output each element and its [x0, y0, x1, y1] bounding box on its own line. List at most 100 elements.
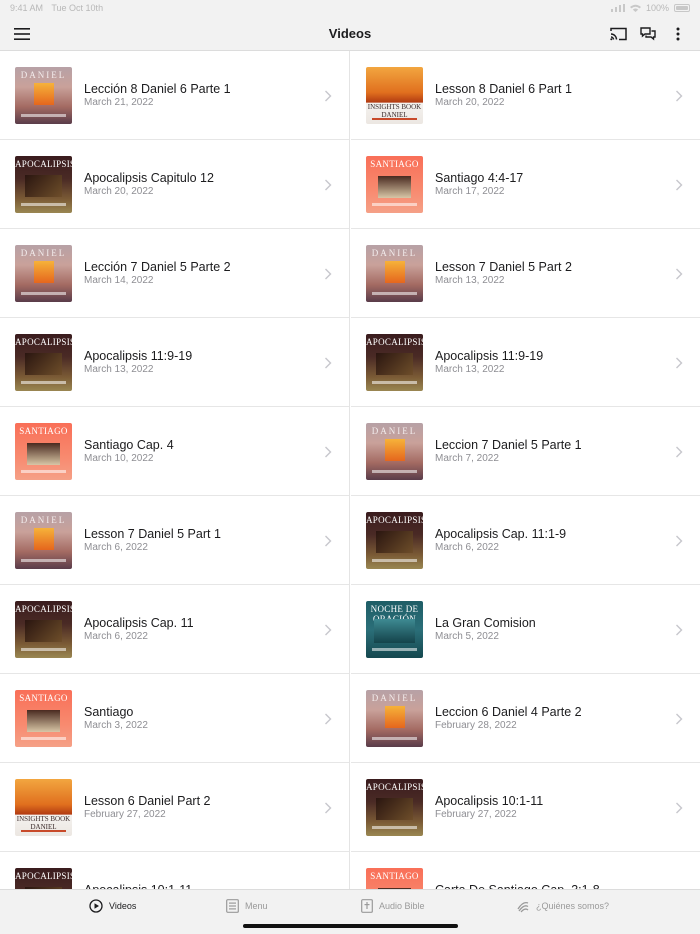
video-title: Apocalipsis 11:9-19: [435, 349, 544, 363]
chevron-right-icon: [325, 446, 332, 458]
video-list-item[interactable]: SANTIAGO Santiago Cap. 4 March 10, 2022: [0, 407, 349, 496]
thumbnail-artwork: [34, 261, 54, 283]
thumbnail-artwork: [376, 798, 413, 820]
tab-about-us-label: ¿Quiénes somos?: [536, 901, 610, 911]
tab-audio-bible[interactable]: Audio Bible: [361, 899, 425, 913]
tab-about-us[interactable]: ¿Quiénes somos?: [516, 899, 609, 913]
chevron-right-icon: [676, 535, 683, 547]
thumbnail-title: APOCALIPSIS: [15, 604, 72, 614]
video-list-item[interactable]: DANIEL Lesson 7 Daniel 5 Part 1 March 6, 2…: [0, 496, 349, 585]
tab-menu-label: Menu: [245, 901, 268, 911]
thumbnail-title: APOCALIPSIS: [15, 159, 72, 169]
video-thumbnail: SANTIAGO: [15, 423, 72, 480]
video-thumbnail: NOCHE DE ORACIÓN: [366, 601, 423, 658]
video-thumbnail: DANIEL: [366, 245, 423, 302]
video-thumbnail: DANIEL: [366, 690, 423, 747]
video-title: Leccion 7 Daniel 5 Parte 1: [435, 438, 582, 452]
chevron-right-icon: [325, 357, 332, 369]
thumbnail-artwork: [374, 619, 415, 643]
video-list-item[interactable]: DANIEL Lección 8 Daniel 6 Parte 1 March 21…: [0, 51, 349, 140]
video-list-item[interactable]: NOCHE DE ORACIÓN La Gran ComisionMarch 5,…: [351, 585, 700, 674]
video-list-item[interactable]: APOCALIPSIS Apocalipsis Cap. 11 March 6, 2…: [0, 585, 349, 674]
chevron-right-icon: [676, 90, 683, 102]
video-date: March 6, 2022: [84, 631, 148, 642]
video-thumbnail: APOCALIPSIS: [15, 156, 72, 213]
thumbnail-strip: [372, 737, 417, 740]
thumbnail-title: INSIGHTS BOOK DANIEL: [16, 815, 71, 831]
video-date: February 28, 2022: [435, 720, 517, 731]
chevron-right-icon: [676, 624, 683, 636]
thumbnail-title: DANIEL: [20, 515, 67, 525]
chevron-right-icon: [676, 802, 683, 814]
video-list-item[interactable]: APOCALIPSIS Apocalipsis 11:9-19 March 13, …: [351, 318, 700, 407]
thumbnail-strip: [372, 381, 417, 384]
video-title: Lección 8 Daniel 6 Parte 1: [84, 82, 231, 96]
video-date: March 13, 2022: [435, 275, 505, 286]
thumbnail-strip: [21, 381, 66, 384]
thumbnail-title: SANTIAGO: [19, 693, 68, 703]
video-list-item[interactable]: APOCALIPSISApocalipsis 10:1-11: [0, 852, 349, 889]
video-title: Apocalipsis 11:9-19: [84, 349, 193, 363]
tab-menu[interactable]: Menu: [226, 899, 268, 913]
video-list-item[interactable]: INSIGHTS BOOK DANIEL Lesson 8 Daniel 6 Pa…: [351, 51, 700, 140]
tab-audio-bible-label: Audio Bible: [379, 901, 425, 911]
thumbnail-strip: [21, 648, 66, 651]
video-title: Lesson 7 Daniel 5 Part 1: [84, 527, 221, 541]
battery-icon: [674, 4, 690, 12]
video-list-item[interactable]: INSIGHTS BOOK DANIEL Lesson 6 Daniel Part…: [0, 763, 349, 852]
video-title: Apocalipsis Cap. 11: [84, 616, 194, 630]
chevron-right-icon: [325, 268, 332, 280]
more-vertical-icon[interactable]: [667, 23, 689, 45]
home-indicator: [243, 924, 458, 928]
video-list-item[interactable]: SANTIAGOCarta De Santiago Cap. 3:1-8: [351, 852, 700, 889]
video-title: Santiago: [84, 705, 134, 719]
thumbnail-title: APOCALIPSIS: [366, 515, 423, 525]
video-thumbnail: INSIGHTS BOOK DANIEL: [15, 779, 72, 836]
thumbnail-artwork: [27, 443, 60, 465]
thumbnail-title: DANIEL: [20, 248, 67, 258]
wifi-icon: [629, 4, 641, 12]
video-date: March 17, 2022: [435, 186, 505, 197]
thumbnail-strip: [372, 292, 417, 295]
video-list[interactable]: DANIEL Lección 8 Daniel 6 Parte 1 March 21…: [0, 51, 700, 889]
video-list-item[interactable]: APOCALIPSIS Apocalipsis Cap. 11:1-9 March …: [351, 496, 700, 585]
navigation-bar: Videos: [0, 16, 700, 51]
tab-videos[interactable]: Videos: [89, 899, 136, 913]
chevron-right-icon: [325, 624, 332, 636]
video-title: Lesson 8 Daniel 6 Part 1: [435, 82, 572, 96]
video-thumbnail: APOCALIPSIS: [366, 779, 423, 836]
video-list-item[interactable]: APOCALIPSIS Apocalipsis 11:9-19 March 13, …: [0, 318, 349, 407]
video-thumbnail: APOCALIPSIS: [366, 512, 423, 569]
chevron-right-icon: [325, 179, 332, 191]
video-list-item[interactable]: APOCALIPSIS Apocalipsis 10:1-11 February 2…: [351, 763, 700, 852]
video-date: March 10, 2022: [84, 453, 154, 464]
video-list-item[interactable]: SANTIAGO Santiago 4:4-17 March 17, 2022: [351, 140, 700, 229]
video-date: February 27, 2022: [435, 809, 517, 820]
list-icon: [226, 899, 239, 913]
video-thumbnail: APOCALIPSIS: [15, 334, 72, 391]
video-date: March 21, 2022: [84, 97, 154, 108]
thumbnail-artwork: [385, 706, 405, 728]
video-list-item[interactable]: DANIEL Leccion 7 Daniel 5 Parte 1 March 7,…: [351, 407, 700, 496]
video-list-item[interactable]: DANIEL Lección 7 Daniel 5 Parte 2 March 14…: [0, 229, 349, 318]
chevron-right-icon: [676, 446, 683, 458]
bible-icon: [361, 899, 373, 913]
video-list-item[interactable]: APOCALIPSIS Apocalipsis Capitulo 12 March …: [0, 140, 349, 229]
video-date: March 5, 2022: [435, 631, 499, 642]
thumbnail-title: DANIEL: [371, 693, 418, 703]
signal-icon: [517, 901, 529, 913]
chevron-right-icon: [676, 179, 683, 191]
thumbnail-title: APOCALIPSIS: [366, 782, 423, 792]
video-thumbnail: SANTIAGO: [366, 156, 423, 213]
thumbnail-strip: [372, 559, 417, 562]
thumbnail-strip: [372, 203, 417, 206]
status-date: Tue Oct 10th: [51, 3, 104, 13]
video-list-item[interactable]: DANIEL Lesson 7 Daniel 5 Part 2 March 13, …: [351, 229, 700, 318]
cast-icon[interactable]: [607, 23, 629, 45]
video-list-item[interactable]: SANTIAGO Santiago March 3, 2022: [0, 674, 349, 763]
video-list-item[interactable]: DANIEL Leccion 6 Daniel 4 Parte 2 February…: [351, 674, 700, 763]
video-title: Leccion 6 Daniel 4 Parte 2: [435, 705, 582, 719]
video-date: March 20, 2022: [84, 186, 154, 197]
video-thumbnail: DANIEL: [15, 245, 72, 302]
chat-bubbles-icon[interactable]: [637, 23, 659, 45]
